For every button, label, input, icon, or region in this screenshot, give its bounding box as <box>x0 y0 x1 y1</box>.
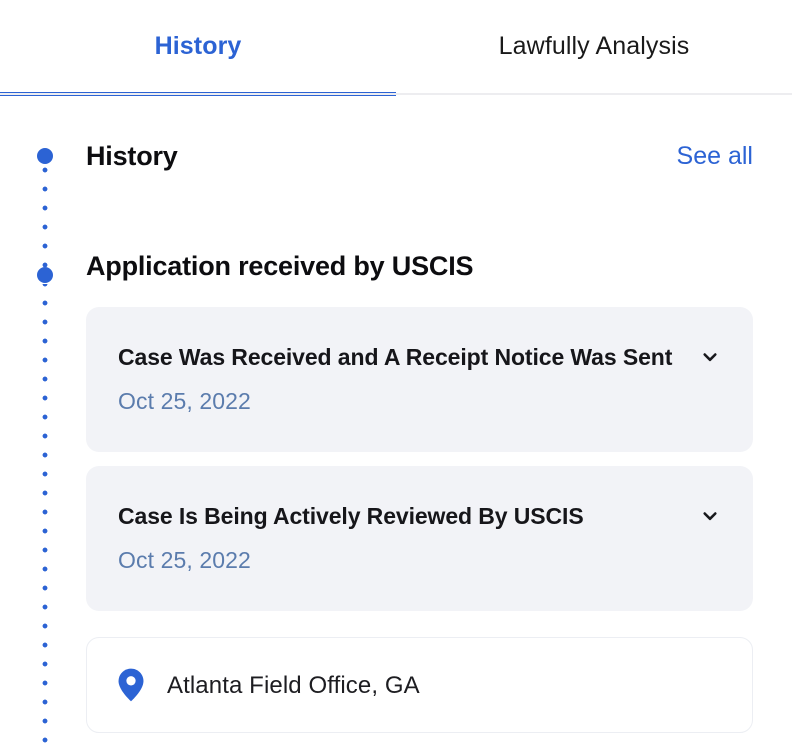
history-section-header: History See all <box>86 130 753 182</box>
event-date: Oct 25, 2022 <box>118 547 251 573</box>
event-header-row: Case Was Received and A Receipt Notice W… <box>118 343 723 371</box>
tab-lawfully-analysis[interactable]: Lawfully Analysis <box>396 0 792 96</box>
field-office-name: Atlanta Field Office, GA <box>167 671 420 699</box>
map-pin-icon <box>118 668 144 702</box>
history-group-title: Application received by USCIS <box>86 251 474 281</box>
case-history-screen: History Lawfully Analysis History See al… <box>0 0 792 750</box>
timeline-rail <box>37 148 53 750</box>
page-title: History <box>86 141 178 171</box>
tab-history[interactable]: History <box>0 0 396 96</box>
event-title: Case Is Being Actively Reviewed By USCIS <box>118 503 584 529</box>
history-event-list: Case Was Received and A Receipt Notice W… <box>86 307 753 733</box>
event-header-row: Case Is Being Actively Reviewed By USCIS <box>118 502 723 530</box>
history-event-card[interactable]: Case Was Received and A Receipt Notice W… <box>86 307 753 452</box>
chevron-down-icon[interactable] <box>699 505 721 527</box>
timeline-node-history <box>37 148 53 164</box>
history-content: History See all Application received by … <box>86 130 753 733</box>
timeline-dotted-line <box>42 148 48 750</box>
tab-history-label: History <box>154 32 242 60</box>
tab-bar: History Lawfully Analysis <box>0 0 792 96</box>
history-event-card[interactable]: Case Is Being Actively Reviewed By USCIS… <box>86 466 753 611</box>
tab-lawfully-analysis-label: Lawfully Analysis <box>498 32 690 60</box>
chevron-down-icon[interactable] <box>699 346 721 368</box>
timeline-node-application-received <box>37 267 53 283</box>
event-date: Oct 25, 2022 <box>118 388 251 414</box>
see-all-link[interactable]: See all <box>677 141 753 171</box>
tab-bar-divider <box>0 93 792 95</box>
event-title: Case Was Received and A Receipt Notice W… <box>118 344 673 370</box>
field-office-card[interactable]: Atlanta Field Office, GA <box>86 637 753 733</box>
